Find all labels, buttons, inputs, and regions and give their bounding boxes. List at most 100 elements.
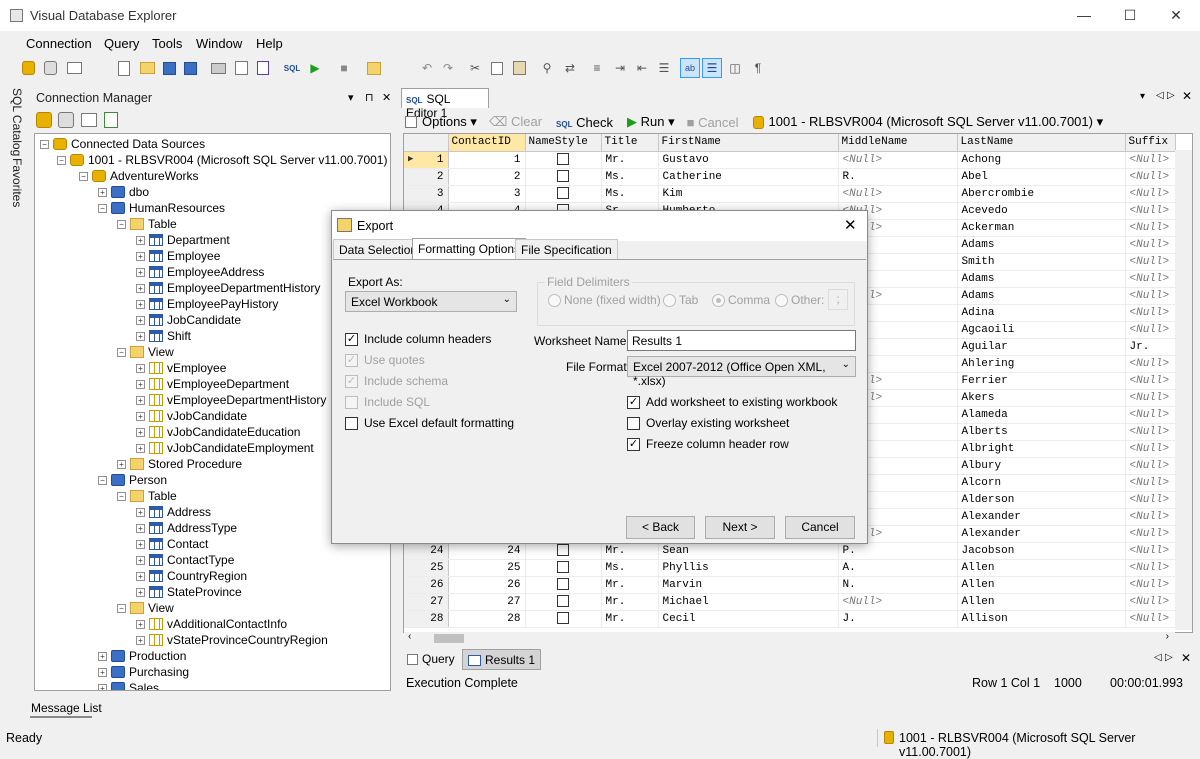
pin-icon[interactable]: ⊓ <box>365 91 374 104</box>
grid-cell[interactable]: Ms. <box>601 559 659 577</box>
grid-cell[interactable]: Michael <box>658 593 839 611</box>
row-number[interactable]: 26 <box>404 576 449 594</box>
checked-icon[interactable]: ✓ <box>627 437 640 451</box>
grid-cell[interactable]: Mr. <box>601 542 659 560</box>
scroll-thumb[interactable] <box>434 634 464 643</box>
tree-node[interactable]: − HumanResources <box>98 200 225 216</box>
grid-cell[interactable]: Alderson <box>957 491 1126 509</box>
row-number[interactable]: 25 <box>404 559 449 577</box>
grid-cell[interactable]: Smith <box>957 253 1126 271</box>
grid-cell[interactable]: <Null> <box>1125 576 1176 594</box>
namestyle-cell[interactable] <box>525 542 602 560</box>
tree-node[interactable]: + Sales <box>98 680 159 690</box>
collapse-icon[interactable]: − <box>98 475 107 485</box>
file-format-select[interactable]: Excel 2007-2012 (Office Open XML, *.xlsx… <box>627 356 856 388</box>
grid-cell[interactable]: 28 <box>448 610 526 628</box>
tree-node[interactable]: − Table <box>117 488 177 504</box>
grid-cell[interactable]: <Null> <box>1125 474 1176 492</box>
grid-cell[interactable]: <Null> <box>1125 457 1176 475</box>
save-icon[interactable] <box>159 58 179 78</box>
grid-cell[interactable]: Adams <box>957 270 1126 288</box>
tree-node[interactable]: + Address <box>136 504 211 520</box>
tree-node[interactable]: + Employee <box>136 248 220 264</box>
grid-cell[interactable]: Albury <box>957 457 1126 475</box>
grid-cell[interactable]: Jr. <box>1125 338 1176 356</box>
options-button[interactable]: Options ▾ <box>422 114 477 130</box>
grid-cell[interactable]: <Null> <box>1125 287 1176 305</box>
grid-cell[interactable]: <Null> <box>1125 304 1176 322</box>
grid-cell[interactable]: 1 <box>448 151 526 169</box>
radio-none[interactable]: None (fixed width) <box>548 293 661 308</box>
collapse-icon[interactable]: − <box>57 155 66 165</box>
grid-cell[interactable]: <Null> <box>1125 151 1176 169</box>
new-file-icon[interactable] <box>114 58 134 78</box>
other-delimiter-input[interactable]: ; <box>828 289 848 310</box>
maximize-button[interactable]: ☐ <box>1107 0 1153 31</box>
row-number[interactable]: 28 <box>404 610 449 628</box>
grid-cell[interactable]: 25 <box>448 559 526 577</box>
tree-node[interactable]: − AdventureWorks <box>79 168 198 184</box>
grid-cell[interactable]: Adams <box>957 236 1126 254</box>
grid-cell[interactable]: Alameda <box>957 406 1126 424</box>
panel-menu-icon[interactable]: ▾ <box>348 91 354 104</box>
page-setup-icon[interactable] <box>253 58 273 78</box>
grid-cell[interactable]: Ms. <box>601 185 659 203</box>
grid-cell[interactable]: R. <box>838 168 958 186</box>
grid-cell[interactable]: Ackerman <box>957 219 1126 237</box>
expand-icon[interactable]: + <box>136 555 145 565</box>
column-header[interactable]: ContactID <box>448 134 526 152</box>
row-number[interactable]: 3 <box>404 185 449 203</box>
tree-node[interactable]: − Connected Data Sources <box>40 136 205 152</box>
expand-icon[interactable]: + <box>98 651 107 661</box>
tree-node[interactable]: + JobCandidate <box>136 312 241 328</box>
cut-icon[interactable]: ✂ <box>465 58 485 78</box>
expand-icon[interactable]: + <box>117 459 126 469</box>
expand-icon[interactable]: + <box>136 587 145 597</box>
tab-prev-icon[interactable]: ◁ <box>1156 90 1164 101</box>
tree-node[interactable]: + EmployeePayHistory <box>136 296 278 312</box>
table-row[interactable]: 26 26 Mr. Marvin N. Allen <Null> <box>404 576 1176 594</box>
namestyle-cell[interactable] <box>525 576 602 594</box>
unchecked-icon[interactable] <box>627 416 640 430</box>
grid-cell[interactable]: <Null> <box>1125 389 1176 407</box>
indent-icon[interactable]: ⇥ <box>610 58 630 78</box>
connection-properties-icon[interactable] <box>64 58 84 78</box>
grid-cell[interactable]: Adams <box>957 287 1126 305</box>
tree-node[interactable]: + CountryRegion <box>136 568 247 584</box>
tab-list-icon[interactable]: ▾ <box>1140 91 1145 102</box>
option-checkbox[interactable]: Include SQL <box>345 395 430 409</box>
expand-icon[interactable]: + <box>136 571 145 581</box>
grid-cell[interactable]: Jacobson <box>957 542 1126 560</box>
tree-node[interactable]: + EmployeeAddress <box>136 264 264 280</box>
checked-icon[interactable]: ✓ <box>345 332 358 346</box>
namestyle-cell[interactable] <box>525 151 602 169</box>
grid-cell[interactable]: <Null> <box>1125 219 1176 237</box>
redo-icon[interactable]: ↷ <box>438 58 458 78</box>
checkbox-icon[interactable] <box>557 578 569 591</box>
expand-icon[interactable]: + <box>136 235 145 245</box>
grid-horizontal-scrollbar[interactable]: ‹ › <box>404 631 1175 645</box>
tree-node[interactable]: − 1001 - RLBSVR004 (Microsoft SQL Server … <box>57 152 387 168</box>
namestyle-cell[interactable] <box>525 593 602 611</box>
expand-icon[interactable]: + <box>136 443 145 453</box>
grid-cell[interactable]: <Null> <box>1125 559 1176 577</box>
outdent-icon[interactable]: ⇤ <box>632 58 652 78</box>
table-row[interactable]: 25 25 Ms. Phyllis A. Allen <Null> <box>404 559 1176 577</box>
option-checkbox[interactable]: ✓ Use quotes <box>345 353 425 367</box>
grid-cell[interactable]: <Null> <box>838 151 958 169</box>
grid-cell[interactable]: Alberts <box>957 423 1126 441</box>
collapse-icon[interactable]: − <box>40 139 49 149</box>
checkbox-icon[interactable] <box>557 612 569 625</box>
menu-tools[interactable]: Tools <box>152 36 182 51</box>
radio-other[interactable]: Other: <box>775 293 824 308</box>
expand-icon[interactable]: + <box>136 251 145 261</box>
tree-node[interactable]: − View <box>117 344 174 360</box>
grid-cell[interactable]: Aguilar <box>957 338 1126 356</box>
option-checkbox[interactable]: Use Excel default formatting <box>345 416 514 430</box>
clear-button[interactable]: ⌫ Clear <box>489 114 542 130</box>
tab-next-icon[interactable]: ▷ <box>1167 90 1175 101</box>
namestyle-cell[interactable] <box>525 610 602 628</box>
collapse-icon[interactable]: − <box>117 491 126 501</box>
expand-icon[interactable]: + <box>136 379 145 389</box>
grid-cell[interactable]: <Null> <box>1125 236 1176 254</box>
